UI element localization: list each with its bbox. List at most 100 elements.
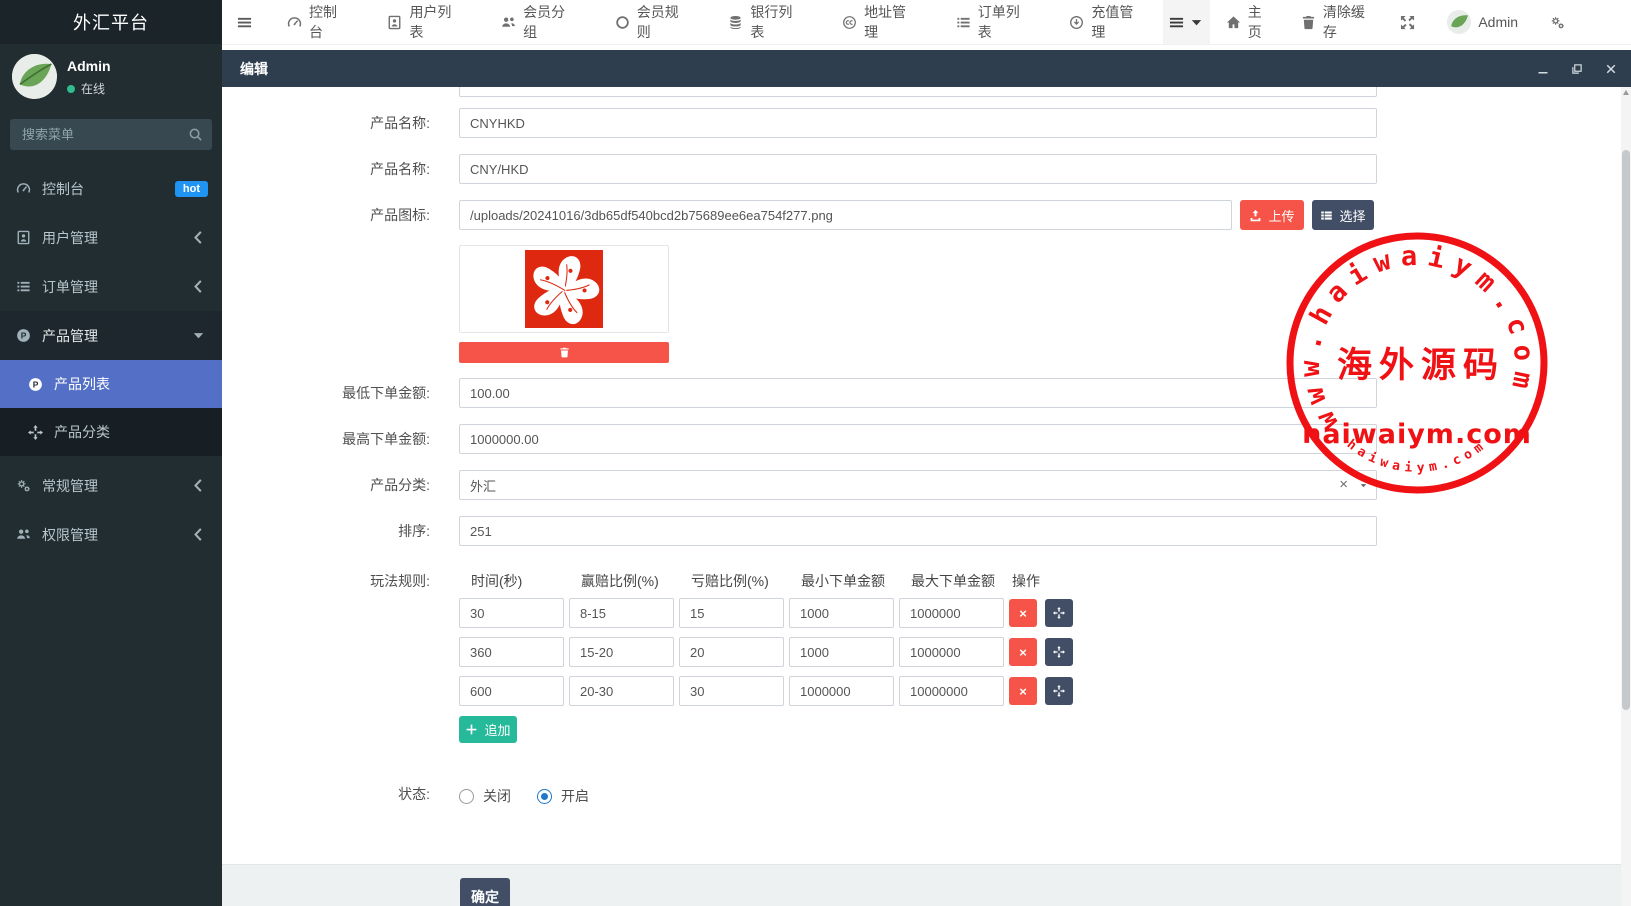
rule-max-input[interactable] [899,637,1004,667]
rules-label: 玩法规则: [222,566,430,596]
upload-icon [1249,209,1262,222]
circle-icon [615,15,630,30]
confirm-button[interactable]: 确定 [460,878,510,906]
rule-min-input[interactable] [789,676,894,706]
radio-off[interactable] [459,789,474,804]
brand-title: 外汇平台 [0,0,222,44]
sidebar-submenu-products: P 产品列表 产品分类 [0,360,222,456]
nav-item-member-groups[interactable]: 会员分组 [481,0,595,44]
maximize-icon[interactable] [1567,61,1587,77]
expand-icon [1400,15,1415,30]
product-list-icon: P [28,377,43,392]
product-code-input[interactable] [459,108,1377,138]
sidebar-item-general[interactable]: 常规管理 [0,461,222,510]
min-amount-input[interactable] [459,378,1377,408]
address-book-icon [387,15,402,30]
rule-win-input[interactable] [569,637,674,667]
svg-text:P: P [33,379,39,389]
sidebar-item-permissions[interactable]: 权限管理 [0,510,222,559]
field-label: 产品分类: [222,470,430,500]
product-icon: P [16,328,31,343]
chevron-left-icon [191,230,206,245]
sidebar-item-orders[interactable]: 订单管理 [0,262,222,311]
chevron-left-icon [191,478,206,493]
nav-home[interactable]: 主页 [1210,2,1285,42]
remove-rule-button[interactable]: × [1009,599,1037,627]
field-label: 产品图标: [222,200,430,230]
nav-item-order-list[interactable]: 订单列表 [936,0,1050,44]
close-icon[interactable] [1601,61,1621,77]
plus-icon [465,723,478,736]
field-label: 产品名称: [222,108,430,138]
sidebar-nav: 控制台 hot 用户管理 订单管理 P 产品管理 P 产品列 [0,164,222,559]
sidebar-item-users[interactable]: 用户管理 [0,213,222,262]
add-rule-button[interactable]: 追加 [459,716,517,743]
radio-on-label[interactable]: 开启 [561,786,589,806]
rule-loss-input[interactable] [679,676,784,706]
caret-down-icon[interactable] [1359,481,1368,490]
radio-on[interactable] [537,789,552,804]
settings-gears[interactable] [1534,15,1581,30]
sidebar-item-products[interactable]: P 产品管理 [0,311,222,360]
clear-selection-icon[interactable]: × [1339,476,1348,494]
sort-input[interactable] [459,516,1377,546]
sidebar-item-product-list[interactable]: P 产品列表 [0,360,222,408]
rule-min-input[interactable] [789,598,894,628]
nav-clear-cache[interactable]: 清除缓存 [1285,2,1384,42]
max-amount-input[interactable] [459,424,1377,454]
list-select-icon [1320,209,1333,222]
rule-win-input[interactable] [569,676,674,706]
trash-icon [559,347,570,358]
rule-min-input[interactable] [789,637,894,667]
rule-time-input[interactable] [459,598,564,628]
scroll-up-arrow[interactable] [1623,90,1629,95]
partial-input[interactable] [459,87,1377,97]
menu-dropdown-button[interactable] [1163,0,1210,44]
rule-max-input[interactable] [899,676,1004,706]
nav-item-bank-list[interactable]: 银行列表 [708,0,822,44]
move-rule-button[interactable] [1045,677,1073,705]
remove-rule-button[interactable]: × [1009,677,1037,705]
nav-item-dashboard[interactable]: 控制台 [267,0,367,44]
trash-icon [1301,15,1316,30]
rule-loss-input[interactable] [679,598,784,628]
product-icon-path-input[interactable] [459,200,1232,230]
rule-loss-input[interactable] [679,637,784,667]
move-icon [1053,685,1065,697]
nav-item-address-mgmt[interactable]: 地址管理 [822,0,936,44]
rules-header: 赢赔比例(%) [581,571,659,591]
chevron-left-icon [191,279,206,294]
category-select[interactable]: 外汇 × [459,470,1377,500]
move-rule-button[interactable] [1045,599,1073,627]
sidebar-item-product-category[interactable]: 产品分类 [0,408,222,456]
sidebar-search-input[interactable] [10,119,212,150]
delete-image-button[interactable] [459,342,669,363]
radio-off-label[interactable]: 关闭 [483,786,511,806]
nav-item-recharge[interactable]: 充值管理 [1049,0,1163,44]
choose-button[interactable]: 选择 [1312,200,1374,230]
fullscreen-toggle[interactable] [1384,15,1431,30]
hamburger-icon[interactable] [222,15,267,30]
rule-max-input[interactable] [899,598,1004,628]
hot-badge: hot [175,181,208,197]
users-icon [501,15,516,30]
rule-time-input[interactable] [459,676,564,706]
home-icon [1226,15,1241,30]
minimize-icon[interactable] [1533,61,1553,77]
scrollbar-thumb[interactable] [1622,150,1630,710]
chevron-down-icon [191,328,206,343]
nav-item-member-rules[interactable]: 会员规则 [595,0,709,44]
upload-button[interactable]: 上传 [1240,200,1304,230]
sidebar: 外汇平台 Admin 在线 控制台 hot 用户管理 [0,0,222,906]
rule-win-input[interactable] [569,598,674,628]
move-rule-button[interactable] [1045,638,1073,666]
product-name-input[interactable] [459,154,1377,184]
vertical-scrollbar[interactable] [1621,87,1631,906]
hk-flag-image [525,250,603,328]
remove-rule-button[interactable]: × [1009,638,1037,666]
sidebar-item-dashboard[interactable]: 控制台 hot [0,164,222,213]
nav-item-user-list[interactable]: 用户列表 [367,0,481,44]
user-menu[interactable]: Admin [1431,10,1534,34]
category-selected-value: 外汇 [470,476,496,495]
rule-time-input[interactable] [459,637,564,667]
